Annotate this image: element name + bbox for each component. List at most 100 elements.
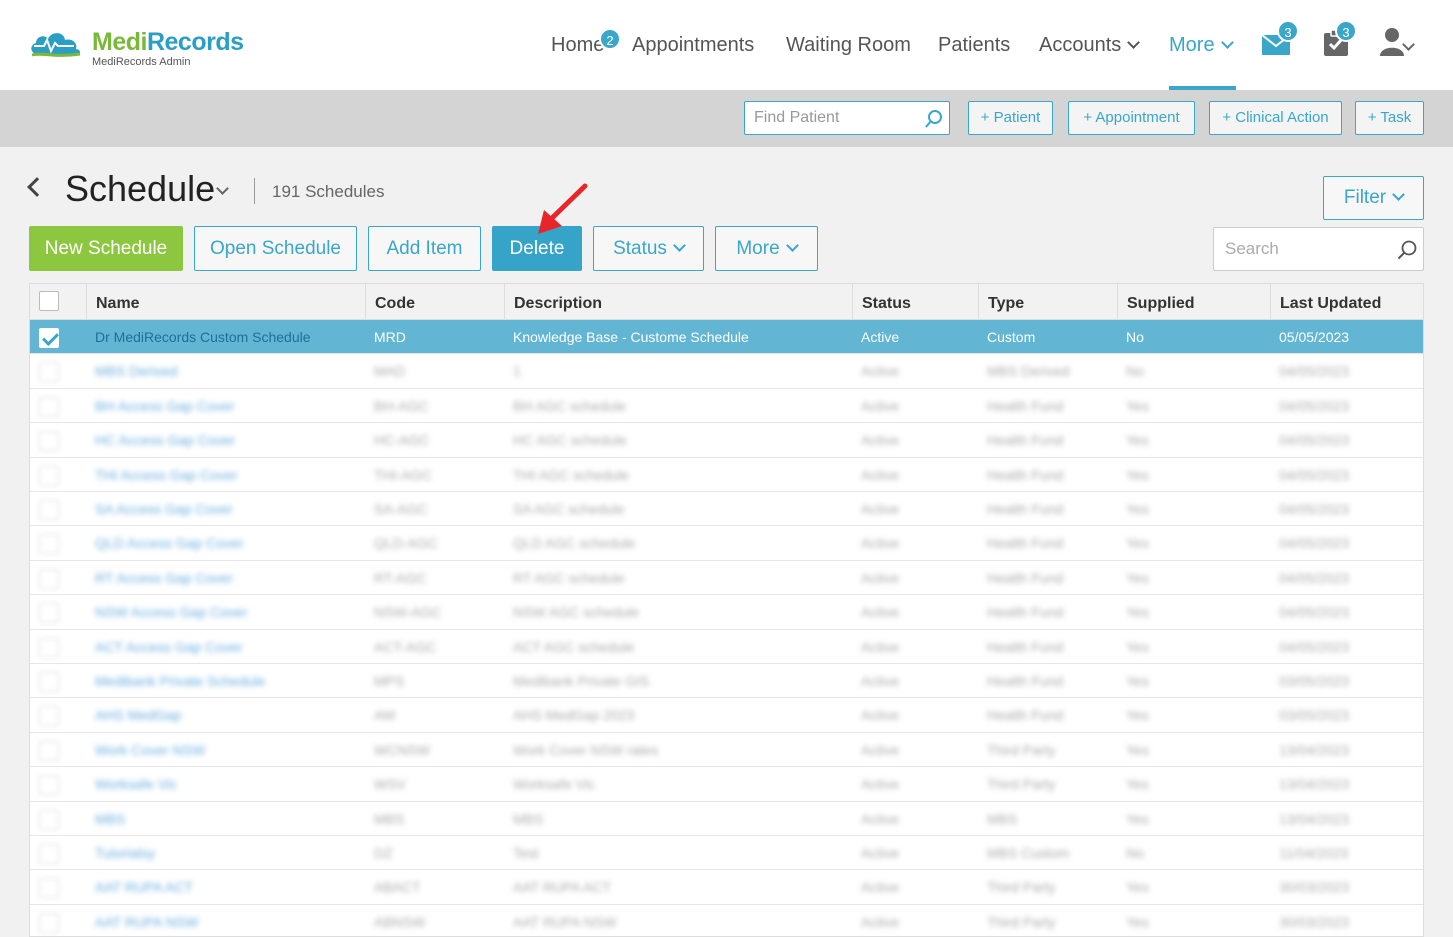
table-row[interactable]: HC Access Gap Cover HC-AGC HC AGC schedule…: [30, 423, 1423, 458]
column-header-type[interactable]: Type: [978, 284, 1117, 320]
cell-name[interactable]: MBS Derived: [86, 354, 365, 388]
new-schedule-button[interactable]: New Schedule: [29, 226, 183, 271]
table-row[interactable]: Medibank Private Schedule MPS Medibank Pri…: [30, 664, 1423, 699]
cell-type: MBS Derived: [987, 363, 1070, 380]
row-checkbox[interactable]: [39, 637, 59, 658]
column-header-name[interactable]: Name: [86, 284, 365, 320]
table-row[interactable]: SA Access Gap Cover SA-AGC SA AGC schedule…: [30, 492, 1423, 527]
more-actions-dropdown-button[interactable]: More: [715, 226, 818, 271]
cell-supplied: Yes: [1126, 673, 1149, 689]
cell-last-updated: 30/03/2023: [1279, 913, 1350, 930]
table-row[interactable]: THI Access Gap Cover THI-AGC THI AGC sched…: [30, 458, 1423, 492]
table-row[interactable]: AHS MedGap AM AHS MedGap 2023 Active Health …: [30, 698, 1423, 733]
cell-type: Health Fund: [987, 432, 1064, 449]
cell-description: SA AGC schedule: [513, 501, 625, 517]
cell-name[interactable]: Medibank Private Schedule: [86, 664, 365, 698]
cell-name[interactable]: SA Access Gap Cover: [86, 492, 365, 526]
row-checkbox[interactable]: [39, 500, 59, 520]
row-checkbox[interactable]: [39, 878, 59, 899]
nav-patients[interactable]: Patients: [938, 34, 1010, 57]
table-row[interactable]: MBS Derived MAD 1 Active MBS Derived No 04/05/…: [30, 354, 1423, 389]
cell-name[interactable]: HC Access Gap Cover: [86, 423, 365, 457]
open-schedule-button[interactable]: Open Schedule: [194, 226, 357, 271]
nav-more[interactable]: More: [1169, 34, 1234, 57]
cell-name[interactable]: AAT RUPA NSW: [86, 905, 365, 936]
column-header-supplied[interactable]: Supplied: [1117, 284, 1270, 320]
add-patient-button[interactable]: + Patient: [968, 101, 1053, 135]
table-row[interactable]: Worksafe Vic WSV Worksafe Vic Active Third P…: [30, 767, 1423, 802]
row-checkbox[interactable]: [39, 740, 59, 761]
search-icon[interactable]: [925, 110, 943, 128]
cell-description: 1: [513, 363, 521, 380]
cell-name[interactable]: Tutorialsy: [86, 836, 365, 870]
add-item-button[interactable]: Add Item: [368, 226, 481, 271]
row-checkbox[interactable]: [39, 912, 59, 933]
row-checkbox[interactable]: [39, 568, 59, 589]
cell-name[interactable]: AAT RUPA ACT: [86, 870, 365, 904]
column-header-description[interactable]: Description: [504, 284, 852, 320]
row-checkbox[interactable]: [39, 431, 59, 452]
add-appointment-button[interactable]: + Appointment: [1068, 101, 1195, 135]
add-task-button[interactable]: + Task: [1355, 101, 1424, 135]
table-row[interactable]: MBS MBS MBS Active MBS Yes 13/04/2023: [30, 802, 1423, 836]
nav-accounts[interactable]: Accounts: [1039, 34, 1141, 57]
table-row[interactable]: ACT Access Gap Cover ACT-AGC ACT AGC sched…: [30, 630, 1423, 664]
table-row[interactable]: RT Access Gap Cover RT-AGC RT AGC schedule…: [30, 561, 1423, 596]
cell-name[interactable]: BH Access Gap Cover: [86, 389, 365, 423]
cell-name[interactable]: Dr MediRecords Custom Schedule: [86, 320, 365, 354]
row-checkbox[interactable]: [39, 844, 59, 864]
annotation-arrow-icon: [538, 183, 588, 234]
cell-supplied: Yes: [1126, 913, 1149, 930]
table-row[interactable]: NSW Access Gap Cover NSW-AGC NSW AGC sched…: [30, 595, 1423, 630]
cell-name[interactable]: RT Access Gap Cover: [86, 561, 365, 595]
nav-waiting-room[interactable]: Waiting Room: [786, 34, 911, 57]
cell-name[interactable]: QLD Access Gap Cover: [86, 526, 365, 560]
row-checkbox[interactable]: [39, 672, 59, 692]
table-row[interactable]: AAT RUPA ACT ABACT AAT RUPA ACT Active Third…: [30, 870, 1423, 905]
cell-type: Health Fund: [987, 466, 1064, 483]
cell-name[interactable]: THI Access Gap Cover: [86, 458, 365, 492]
cell-name[interactable]: NSW Access Gap Cover: [86, 595, 365, 629]
nav-appointments[interactable]: Appointments: [632, 34, 754, 57]
table-row[interactable]: AAT RUPA NSW ABNSW AAT RUPA NSW Active Third…: [30, 905, 1423, 936]
cell-last-updated: 04/05/2023: [1279, 432, 1350, 449]
table-row[interactable]: Work Cover NSW WCNSW Work Cover NSW rates A…: [30, 733, 1423, 768]
cell-name[interactable]: Worksafe Vic: [86, 767, 365, 801]
status-dropdown-button[interactable]: Status: [593, 226, 704, 271]
add-clinical-action-button[interactable]: + Clinical Action: [1209, 101, 1342, 135]
search-icon[interactable]: [1397, 240, 1417, 260]
nav-home[interactable]: Home: [551, 34, 604, 57]
filter-button[interactable]: Filter: [1323, 176, 1424, 220]
cell-name[interactable]: ACT Access Gap Cover: [86, 630, 365, 664]
column-header-code[interactable]: Code: [365, 284, 504, 320]
row-checkbox[interactable]: [39, 534, 59, 555]
find-patient-input[interactable]: [745, 102, 915, 134]
column-header-last-updated[interactable]: Last Updated: [1270, 284, 1423, 320]
row-checkbox[interactable]: [39, 809, 59, 830]
column-header-status[interactable]: Status: [852, 284, 978, 320]
table-row[interactable]: Dr MediRecords Custom Schedule MRD Knowled…: [30, 320, 1423, 355]
row-checkbox[interactable]: [39, 603, 59, 624]
table-row[interactable]: Tutorialsy DZ Test Active MBS Custom No 11/04/…: [30, 836, 1423, 871]
table-row[interactable]: BH Access Gap Cover BH-AGC BH AGC schedule…: [30, 389, 1423, 424]
row-checkbox[interactable]: [39, 775, 59, 796]
cell-last-updated: 04/05/2023: [1279, 501, 1350, 517]
cell-description: HC AGC schedule: [513, 432, 627, 449]
select-all-checkbox[interactable]: [39, 291, 59, 311]
row-checkbox[interactable]: [39, 328, 59, 348]
row-checkbox[interactable]: [39, 465, 59, 486]
logo[interactable]: MediRecords MediRecords Admin: [28, 26, 268, 70]
user-avatar-icon[interactable]: [1380, 27, 1406, 57]
row-checkbox[interactable]: [39, 362, 59, 383]
cell-supplied: Yes: [1126, 569, 1149, 586]
cell-last-updated: 11/04/2023: [1279, 845, 1349, 861]
title-dropdown-chevron-icon[interactable]: [216, 182, 229, 195]
table-row[interactable]: QLD Access Gap Cover QLD-AGC QLD AGC sched…: [30, 526, 1423, 561]
schedule-search-input[interactable]: [1214, 228, 1389, 270]
cell-name[interactable]: Work Cover NSW: [86, 733, 365, 767]
cell-name[interactable]: MBS: [86, 802, 365, 836]
row-checkbox[interactable]: [39, 706, 59, 727]
back-chevron-icon[interactable]: [27, 177, 47, 197]
cell-name[interactable]: AHS MedGap: [86, 698, 365, 732]
row-checkbox[interactable]: [39, 396, 59, 417]
